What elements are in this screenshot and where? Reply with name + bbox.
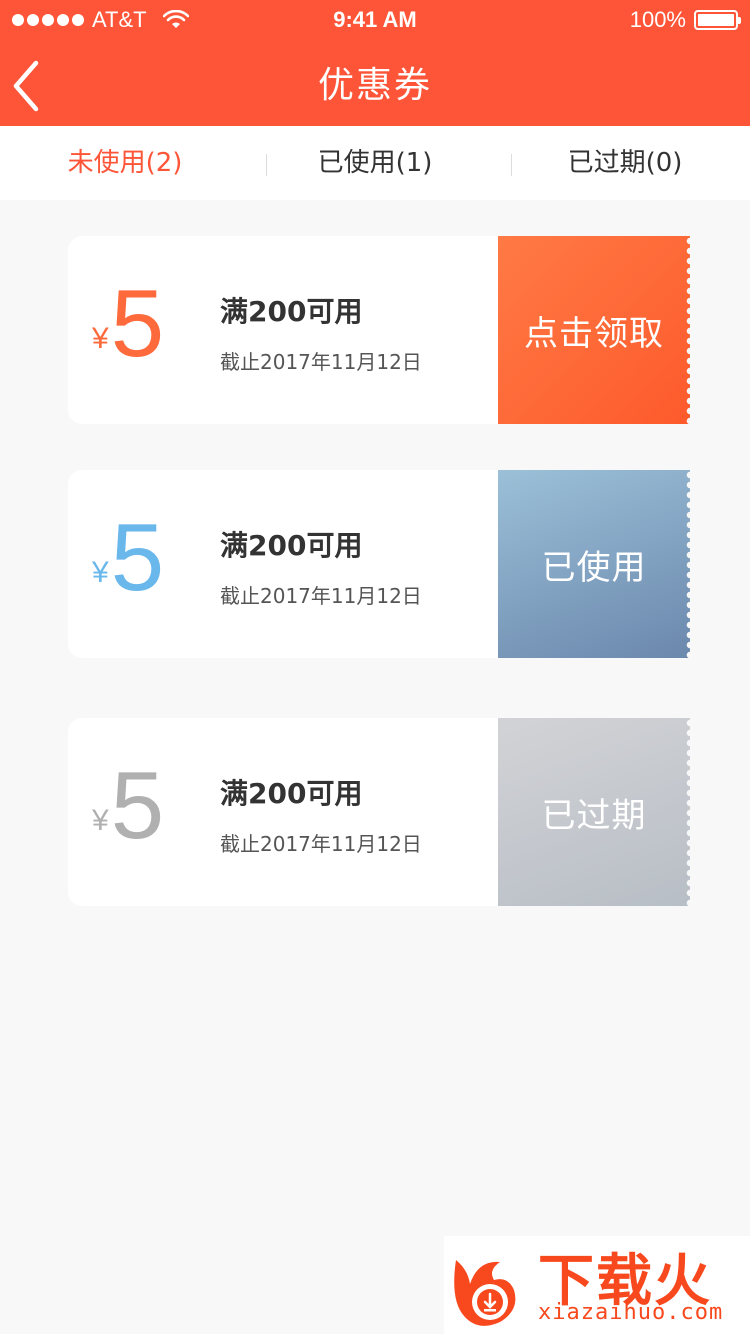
currency-symbol: ¥: [92, 556, 109, 589]
coupon-deadline: 截止2017年11月12日: [220, 584, 422, 608]
nav-bar: 优惠券: [0, 40, 750, 126]
currency-symbol: ¥: [92, 804, 109, 837]
claim-coupon-button[interactable]: 点击领取: [498, 236, 690, 424]
tab-divider: [266, 154, 267, 176]
tab-expired[interactable]: 已过期(0): [500, 126, 750, 200]
page-title: 优惠券: [317, 65, 432, 106]
coupon-info: 满200可用 截止2017年11月12日: [220, 524, 422, 609]
coupon-card: ¥ 5 满200可用 截止2017年11月12日 已过期: [68, 718, 690, 906]
expired-coupon-status: 已过期: [498, 718, 690, 906]
tab-divider: [511, 154, 512, 176]
ticket-edge: [685, 470, 690, 658]
tab-used[interactable]: 已使用(1): [250, 126, 500, 200]
coupon-condition: 满200可用: [220, 777, 363, 810]
battery-icon: [694, 10, 741, 30]
coupon-deadline: 截止2017年11月12日: [220, 350, 422, 374]
coupon-tabs: 未使用(2) 已使用(1) 已过期(0): [0, 126, 750, 200]
coupon-action-label: 点击领取: [524, 313, 664, 354]
coupon-action-label: 已过期: [541, 795, 647, 836]
coupon-amount: ¥ 5: [92, 756, 164, 856]
tab-unused[interactable]: 未使用(2): [0, 126, 250, 200]
coupon-info: 满200可用 截止2017年11月12日: [220, 772, 422, 857]
battery-group: 100%: [629, 7, 741, 33]
coupon-card: ¥ 5 满200可用 截止2017年11月12日 点击领取: [68, 236, 690, 424]
coupon-deadline: 截止2017年11月12日: [220, 832, 422, 856]
coupon-amount: ¥ 5: [92, 274, 164, 374]
watermark-url: xiazaihuo.com: [538, 1300, 724, 1325]
status-bar: AT&T 9:41 AM 100%: [0, 0, 750, 40]
flame-logo-icon: [454, 1260, 516, 1326]
battery-percent: 100%: [629, 7, 686, 32]
watermark-logo: 下载火 xiazaihuo.com: [444, 1236, 750, 1334]
coupon-action-label: 已使用: [541, 547, 647, 588]
currency-symbol: ¥: [92, 322, 109, 355]
app-header: AT&T 9:41 AM 100% 优惠券: [0, 0, 750, 126]
coupon-value: 5: [110, 752, 165, 859]
coupon-info: 满200可用 截止2017年11月12日: [220, 290, 422, 375]
coupon-condition: 满200可用: [220, 529, 363, 562]
coupon-value: 5: [110, 270, 165, 377]
coupon-value: 5: [110, 504, 165, 611]
used-coupon-status: 已使用: [498, 470, 690, 658]
coupon-condition: 满200可用: [220, 295, 363, 328]
coupon-card: ¥ 5 满200可用 截止2017年11月12日 已使用: [68, 470, 690, 658]
ticket-edge: [685, 718, 690, 906]
coupon-amount: ¥ 5: [92, 508, 164, 608]
ticket-edge: [685, 236, 690, 424]
